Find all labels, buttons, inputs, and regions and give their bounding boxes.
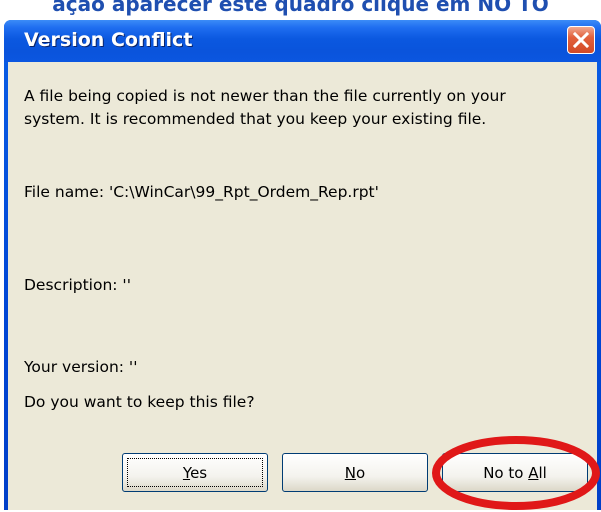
close-icon <box>573 32 589 48</box>
yes-button[interactable]: Yes <box>122 453 268 492</box>
no-button[interactable]: No <box>282 453 428 492</box>
dialog-title: Version Conflict <box>24 29 193 51</box>
overlay-caption-text: ação aparecer este quadro clique em NO T… <box>52 0 549 16</box>
annotation-circle <box>432 436 600 510</box>
file-name-label: File name: 'C:\WinCar\99_Rpt_Ordem_Rep.r… <box>24 183 379 201</box>
description-label: Description: '' <box>24 276 131 294</box>
your-version-label: Your version: '' <box>24 358 138 376</box>
title-bar[interactable]: Version Conflict <box>4 20 601 62</box>
close-button[interactable] <box>567 26 595 54</box>
message-line-1: A file being copied is not newer than th… <box>24 87 506 105</box>
question-label: Do you want to keep this file? <box>24 393 255 411</box>
no-button-label: No <box>344 463 366 482</box>
overlay-caption: ação aparecer este quadro clique em NO T… <box>0 0 601 20</box>
message-line-2: system. It is recommended that you keep … <box>24 110 487 128</box>
focus-rectangle <box>127 458 263 487</box>
